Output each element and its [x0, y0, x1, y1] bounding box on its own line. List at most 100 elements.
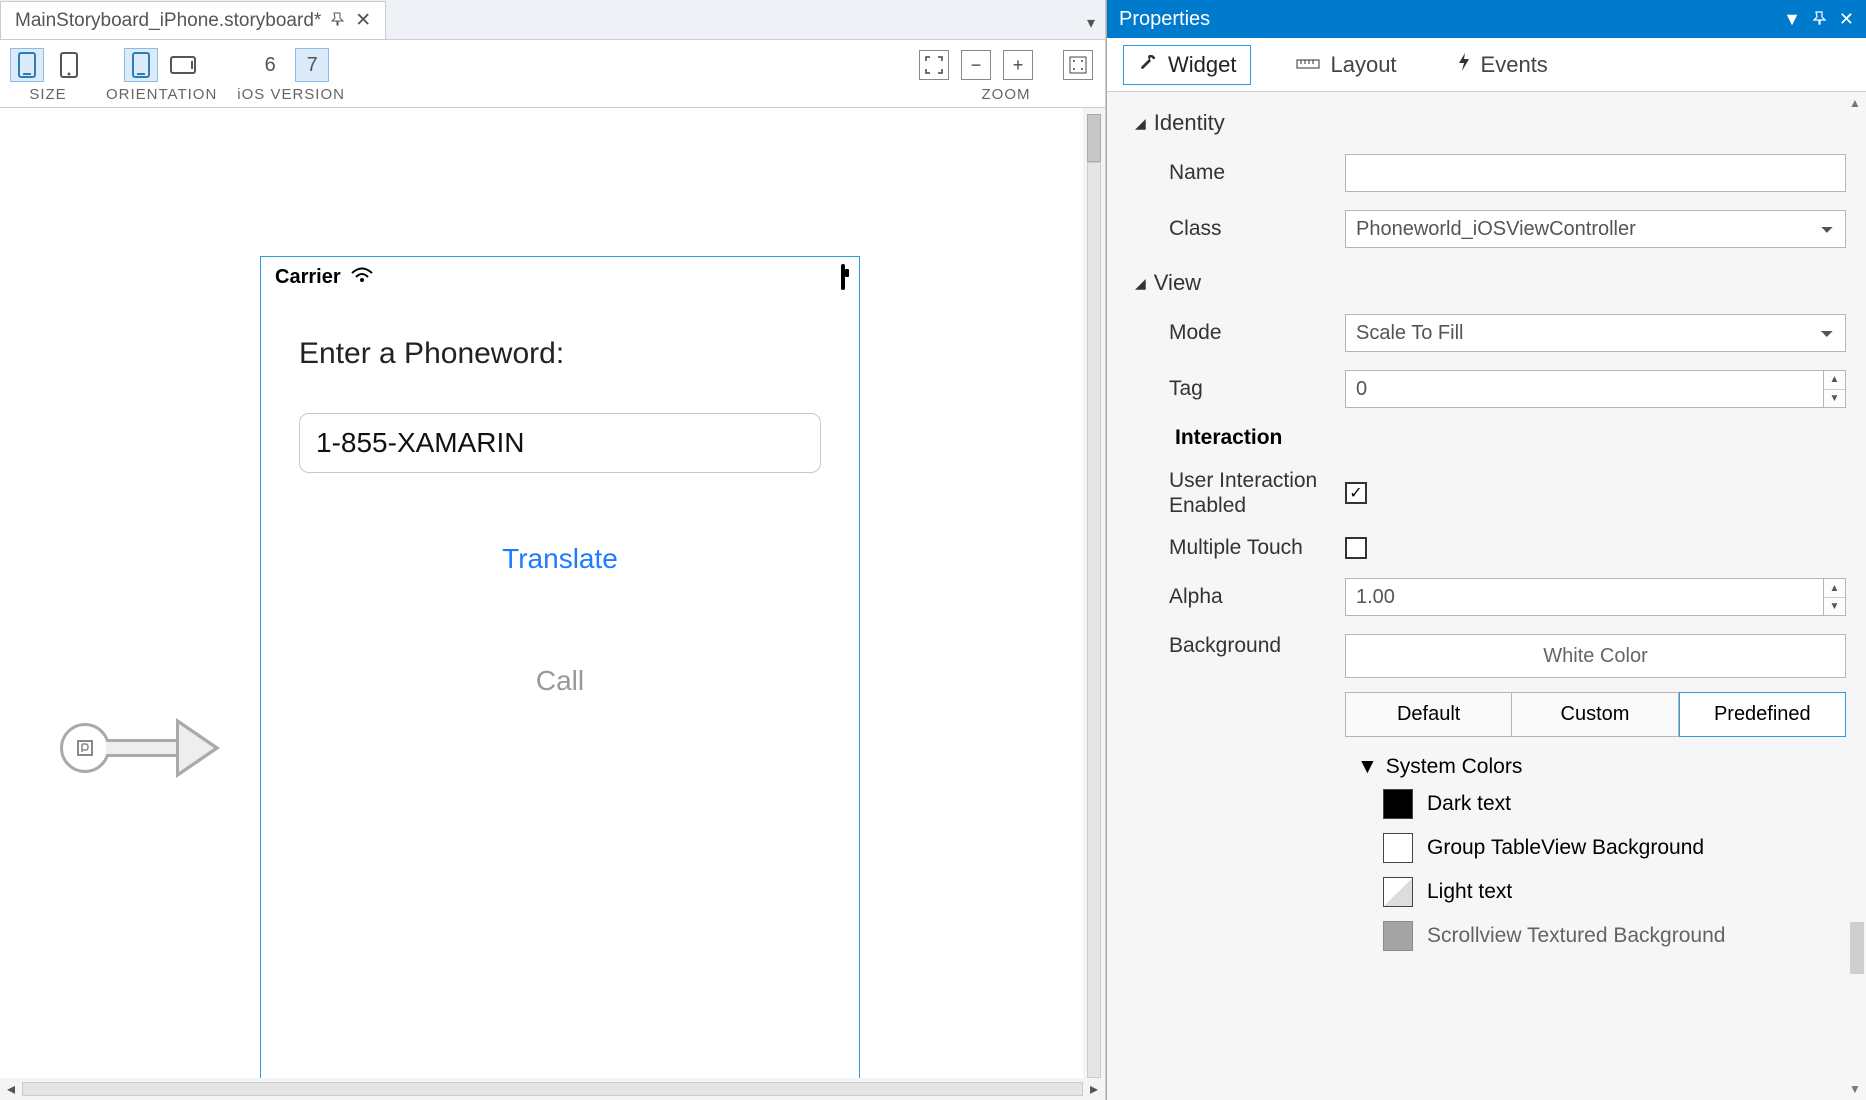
system-colors-label: System Colors	[1386, 755, 1523, 779]
alpha-input[interactable]	[1345, 578, 1824, 616]
zoom-in-icon[interactable]: +	[1003, 50, 1033, 80]
panel-close-icon[interactable]: ✕	[1839, 9, 1854, 30]
orientation-portrait-button[interactable]	[124, 48, 158, 82]
scroll-right-icon[interactable]: ▸	[1083, 1078, 1105, 1100]
segment-custom[interactable]: Custom	[1512, 692, 1678, 737]
color-name: Group TableView Background	[1427, 836, 1704, 860]
disclosure-down-icon: ◢	[1135, 115, 1146, 132]
scroll-down-icon[interactable]: ▼	[1846, 1080, 1864, 1098]
panel-pin-icon[interactable]	[1813, 9, 1827, 30]
status-bar: Carrier	[261, 257, 859, 297]
tag-label: Tag	[1135, 377, 1345, 401]
translate-button[interactable]: Translate	[299, 543, 821, 575]
orientation-label: ORIENTATION	[106, 86, 217, 103]
phoneword-input[interactable]	[299, 413, 821, 473]
ios-version-label: iOS VERSION	[237, 86, 345, 103]
zoom-out-icon[interactable]: −	[961, 50, 991, 80]
scroll-up-icon[interactable]: ▲	[1846, 94, 1864, 112]
alpha-spinner[interactable]: ▲▼	[1824, 578, 1846, 616]
color-item[interactable]: Dark text	[1383, 789, 1846, 819]
wifi-icon	[351, 266, 373, 289]
class-label: Class	[1135, 217, 1345, 241]
panel-dropdown-icon[interactable]: ▼	[1783, 9, 1801, 30]
class-combobox[interactable]: Phoneworld_iOSViewController	[1345, 210, 1846, 248]
layout-tab[interactable]: Layout	[1281, 45, 1411, 85]
events-tab-label: Events	[1481, 52, 1548, 78]
entry-point-arrow[interactable]	[60, 718, 220, 778]
widget-tab[interactable]: Widget	[1123, 45, 1251, 85]
segment-default[interactable]: Default	[1345, 692, 1512, 737]
canvas-vertical-scrollbar[interactable]	[1083, 108, 1105, 1078]
zoom-fit-icon[interactable]	[919, 50, 949, 80]
alpha-label: Alpha	[1135, 585, 1345, 609]
spinner-down-icon[interactable]: ▼	[1824, 598, 1845, 616]
view-header[interactable]: ◢ View	[1135, 270, 1846, 296]
carrier-label: Carrier	[275, 266, 341, 289]
swatch-icon	[1383, 877, 1413, 907]
tabstrip-dropdown-icon[interactable]: ▾	[1077, 7, 1105, 39]
document-tabstrip: MainStoryboard_iPhone.storyboard* ✕ ▾	[0, 0, 1105, 40]
user-interaction-checkbox[interactable]: ✓	[1345, 482, 1367, 504]
designer-canvas[interactable]: Carrier Enter a Phoneword: Translate Cal…	[0, 108, 1105, 1100]
ios-version-7-button[interactable]: 7	[295, 48, 329, 82]
color-item[interactable]: Group TableView Background	[1383, 833, 1846, 863]
background-label: Background	[1135, 634, 1345, 658]
designer-panel: MainStoryboard_iPhone.storyboard* ✕ ▾	[0, 0, 1106, 1100]
swatch-icon	[1383, 833, 1413, 863]
size-tablet-button[interactable]	[52, 48, 86, 82]
color-name: Light text	[1427, 880, 1512, 904]
color-item[interactable]: Scrollview Textured Background	[1383, 921, 1846, 951]
ruler-icon	[1296, 54, 1320, 75]
interaction-subhead: Interaction	[1175, 426, 1846, 450]
view-title: View	[1154, 270, 1201, 296]
properties-body: ◢ Identity Name Class Phoneworld_iOSView…	[1107, 92, 1866, 1100]
background-value[interactable]: White Color	[1345, 634, 1846, 678]
constraints-icon[interactable]	[1063, 50, 1093, 80]
identity-header[interactable]: ◢ Identity	[1135, 110, 1846, 136]
scrollbar-thumb[interactable]	[1850, 922, 1864, 974]
wrench-icon	[1138, 52, 1158, 77]
size-label: SIZE	[29, 86, 66, 103]
size-phone-button[interactable]	[10, 48, 44, 82]
color-item[interactable]: Light text	[1383, 877, 1846, 907]
name-input[interactable]	[1345, 154, 1846, 192]
ios-version-group: 6 7 iOS VERSION	[237, 48, 345, 103]
identity-section: ◢ Identity Name Class Phoneworld_iOSView…	[1135, 110, 1846, 248]
multiple-touch-checkbox[interactable]	[1345, 537, 1367, 559]
phone-view-controller[interactable]: Carrier Enter a Phoneword: Translate Cal…	[260, 256, 860, 1100]
events-tab[interactable]: Events	[1442, 45, 1563, 85]
view-section: ◢ View Mode Scale To Fill Tag	[1135, 270, 1846, 965]
designer-toolbar: SIZE ORIENTATION 6 7 iOS VER	[0, 40, 1105, 108]
mode-label: Mode	[1135, 321, 1345, 345]
segment-predefined[interactable]: Predefined	[1679, 692, 1846, 737]
tag-spinner[interactable]: ▲▼	[1824, 370, 1846, 408]
pin-icon[interactable]	[331, 10, 345, 32]
properties-title: Properties	[1119, 8, 1210, 31]
spinner-up-icon[interactable]: ▲	[1824, 371, 1845, 390]
system-colors-group: ▼ System Colors Dark text Gro	[1357, 755, 1846, 951]
disclosure-down-icon: ◢	[1135, 275, 1146, 292]
properties-tabs: Widget Layout Events	[1107, 38, 1866, 92]
orientation-landscape-button[interactable]	[166, 48, 200, 82]
system-colors-header[interactable]: ▼ System Colors	[1357, 755, 1846, 779]
call-button[interactable]: Call	[299, 665, 821, 697]
close-icon[interactable]: ✕	[355, 9, 371, 32]
mode-combobox[interactable]: Scale To Fill	[1345, 314, 1846, 352]
entry-point-circle-icon	[60, 723, 110, 773]
document-tab[interactable]: MainStoryboard_iPhone.storyboard* ✕	[0, 1, 386, 39]
document-tab-title: MainStoryboard_iPhone.storyboard*	[15, 10, 321, 32]
user-interaction-label: User Interaction Enabled	[1135, 468, 1345, 518]
swatch-icon	[1383, 921, 1413, 951]
identity-title: Identity	[1154, 110, 1225, 136]
tag-input[interactable]	[1345, 370, 1824, 408]
lightning-icon	[1457, 52, 1471, 77]
spinner-up-icon[interactable]: ▲	[1824, 579, 1845, 598]
disclosure-down-icon: ▼	[1357, 755, 1378, 779]
layout-tab-label: Layout	[1330, 52, 1396, 78]
ios-version-6-button[interactable]: 6	[253, 48, 287, 82]
scroll-left-icon[interactable]: ◂	[0, 1078, 22, 1100]
spinner-down-icon[interactable]: ▼	[1824, 390, 1845, 408]
orientation-group: ORIENTATION	[106, 48, 217, 103]
color-name: Scrollview Textured Background	[1427, 924, 1725, 948]
canvas-horizontal-scrollbar[interactable]: ◂ ▸	[0, 1078, 1105, 1100]
